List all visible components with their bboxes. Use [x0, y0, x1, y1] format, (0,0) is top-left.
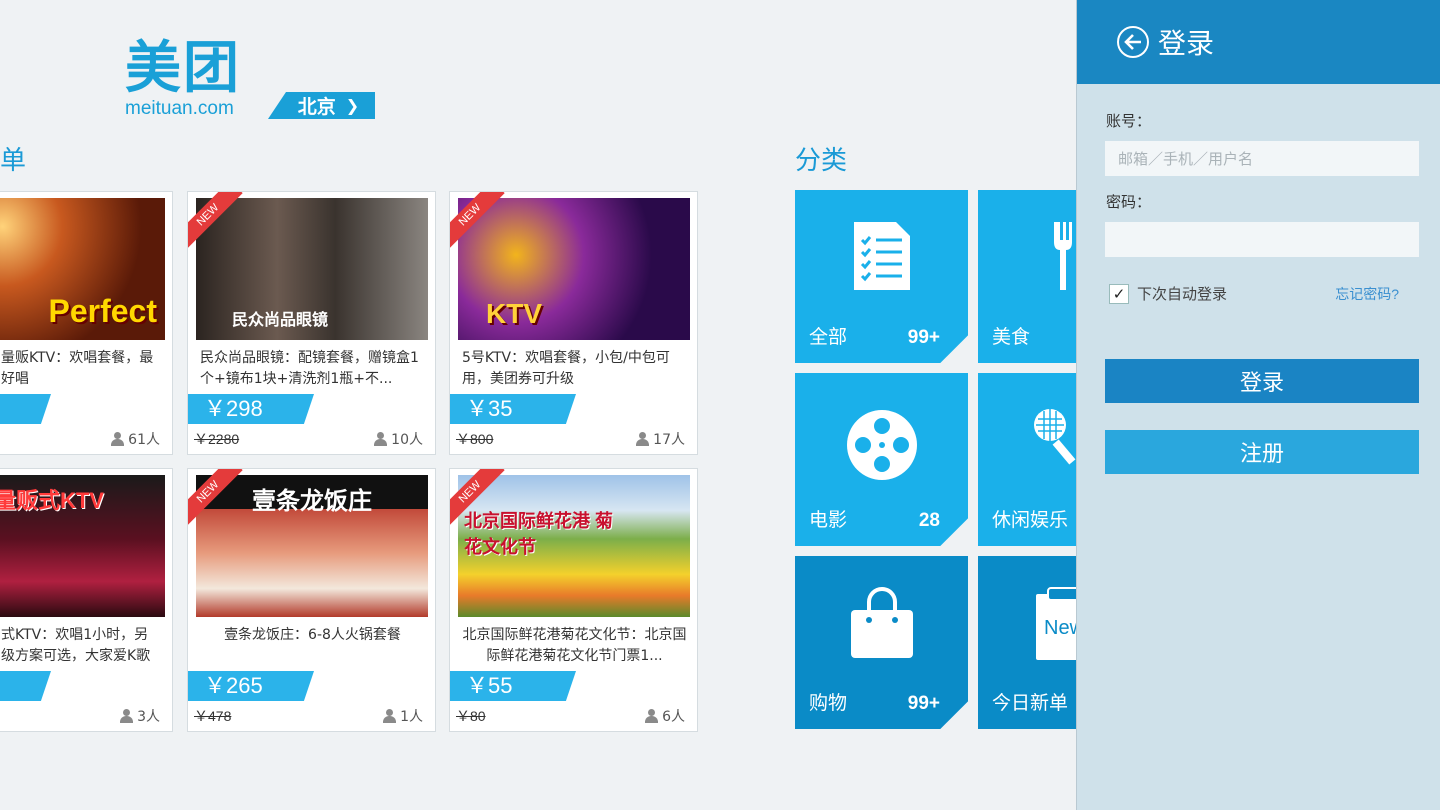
deal-description: 壹条龙饭庄：6-8人火锅套餐	[224, 627, 401, 643]
person-icon	[636, 432, 650, 446]
deal-price: ￥265	[188, 671, 314, 701]
deal-image-caption: 北京国际鲜花港 菊花文化节	[464, 511, 614, 557]
deal-buyer-count: 17人	[653, 432, 685, 448]
deal-buyers: 10人	[374, 429, 423, 449]
racket-icon	[1032, 407, 1076, 471]
deal-card[interactable]: 量贩式KTV 式KTV：欢唱1小时，另 级方案可选，大家爱K歌 3人	[0, 468, 173, 732]
deal-buyer-count: 1人	[400, 709, 423, 725]
shopping-bag-icon	[849, 586, 915, 666]
category-label: 美食	[992, 326, 1031, 348]
deal-buyers: 3人	[120, 706, 160, 726]
deal-image-caption: KTV	[486, 298, 542, 329]
new-deals-title[interactable]: 新单	[0, 140, 26, 177]
deal-buyers: 61人	[111, 429, 160, 449]
forgot-password-link[interactable]: 忘记密码?	[1335, 284, 1399, 304]
deal-buyers: 6人	[645, 706, 685, 726]
deal-card[interactable]: 民众尚品眼镜 NEW 民众尚品眼镜：配镜套餐，赠镜盒1个+镜布1块+清洗剂1瓶+…	[187, 191, 436, 455]
fork-knife-icon	[1048, 220, 1076, 296]
person-icon	[383, 709, 397, 723]
deal-original-price: ￥478	[194, 708, 232, 724]
deal-price	[0, 671, 51, 701]
category-tile-leisure[interactable]: 休闲娱乐	[978, 373, 1076, 546]
person-icon	[120, 709, 134, 723]
city-selector[interactable]: 北京 ❯	[268, 92, 375, 119]
category-label: 今日新单	[992, 692, 1069, 714]
person-icon	[645, 709, 659, 723]
deal-description: 式KTV：欢唱1小时，另 级方案可选，大家爱K歌	[1, 627, 151, 664]
meituan-logo[interactable]: 美团 meituan.com	[125, 36, 241, 119]
account-label: 账号：	[1106, 112, 1152, 130]
category-label: 电影	[809, 509, 848, 531]
deal-price: ￥55	[450, 671, 576, 701]
register-button[interactable]: 注册	[1105, 430, 1419, 474]
category-label: 全部	[809, 326, 848, 348]
chevron-right-icon: ❯	[345, 96, 360, 115]
city-name: 北京	[297, 96, 336, 118]
deal-price: ￥35	[450, 394, 576, 424]
person-icon	[111, 432, 125, 446]
deal-buyer-count: 61人	[128, 432, 160, 448]
category-label: 休闲娱乐	[992, 509, 1069, 531]
category-tile-new-today[interactable]: New 今日新单	[978, 556, 1076, 729]
deal-buyers: 1人	[383, 706, 423, 726]
category-count: 28	[918, 510, 940, 531]
login-panel: 登录 账号： 密码： ✓ 下次自动登录 忘记密码? 登录 注册	[1076, 0, 1440, 810]
new-clipboard-icon: New	[1034, 586, 1076, 666]
deal-buyers: 17人	[636, 429, 685, 449]
arrow-left-icon	[1124, 34, 1141, 50]
deal-description: 民众尚品眼镜：配镜套餐，赠镜盒1个+镜布1块+清洗剂1瓶+不...	[200, 350, 419, 387]
logo-chinese: 美团	[125, 36, 241, 101]
deal-original-price: ￥80	[456, 708, 486, 724]
main-hub: 美团 meituan.com 北京 ❯ 新单 分类 Perfect 量贩KTV：…	[0, 0, 1076, 810]
deal-image-caption: 壹条龙饭庄	[252, 488, 372, 515]
category-label: 购物	[809, 692, 848, 714]
category-tile-shopping[interactable]: 购物 99+	[795, 556, 968, 729]
deal-card[interactable]: 北京国际鲜花港 菊花文化节 NEW 北京国际鲜花港菊花文化节：北京国际鲜花港菊花…	[449, 468, 698, 732]
category-tile-movie[interactable]: 电影 28	[795, 373, 968, 546]
list-icon	[850, 220, 914, 296]
login-title: 登录	[1158, 27, 1215, 60]
deal-image: 民众尚品眼镜	[196, 198, 428, 340]
deal-image: Perfect	[0, 198, 165, 340]
deal-description: 北京国际鲜花港菊花文化节：北京国际鲜花港菊花文化节门票1...	[462, 627, 687, 664]
deal-card[interactable]: KTV NEW 5号KTV：欢唱套餐，小包/中包可用，美团券可升级 ￥35 ￥8…	[449, 191, 698, 455]
deal-original-price: ￥800	[456, 431, 494, 447]
checkbox-checked-icon: ✓	[1109, 283, 1129, 304]
deal-card[interactable]: 壹条龙饭庄 NEW 壹条龙饭庄：6-8人火锅套餐 ￥265 ￥478 1人	[187, 468, 436, 732]
login-header: 登录	[1077, 0, 1440, 84]
login-button[interactable]: 登录	[1105, 359, 1419, 403]
category-tile-all[interactable]: 全部 99+	[795, 190, 968, 363]
back-button[interactable]	[1117, 26, 1149, 58]
remember-me-label: 下次自动登录	[1137, 285, 1228, 303]
deal-original-price: ￥2280	[194, 431, 240, 447]
remember-me-checkbox[interactable]: ✓ 下次自动登录	[1109, 283, 1227, 304]
deal-image: 北京国际鲜花港 菊花文化节	[458, 475, 690, 617]
deal-buyer-count: 6人	[662, 709, 685, 725]
deal-image: 量贩式KTV	[0, 475, 165, 617]
category-count: 99+	[907, 693, 940, 714]
category-count: 99+	[907, 327, 940, 348]
deal-buyer-count: 10人	[391, 432, 423, 448]
deal-image-caption: Perfect	[48, 293, 158, 329]
deal-description: 5号KTV：欢唱套餐，小包/中包可用，美团券可升级	[462, 350, 670, 387]
deal-card[interactable]: Perfect 量贩KTV：欢唱套餐，最 好唱 61人	[0, 191, 173, 455]
deal-buyer-count: 3人	[137, 709, 160, 725]
deal-price: ￥298	[188, 394, 314, 424]
password-label: 密码：	[1106, 193, 1152, 211]
logo-domain: meituan.com	[125, 98, 234, 119]
person-icon	[374, 432, 388, 446]
deal-image-caption: 民众尚品眼镜	[232, 312, 329, 329]
deal-image-caption: 量贩式KTV	[0, 488, 104, 513]
deal-image: KTV	[458, 198, 690, 340]
account-input[interactable]	[1105, 141, 1419, 176]
new-clipboard-text: New	[1044, 617, 1076, 639]
deal-description: 量贩KTV：欢唱套餐，最 好唱	[1, 350, 154, 387]
category-title[interactable]: 分类	[795, 140, 847, 177]
deal-price	[0, 394, 51, 424]
password-input[interactable]	[1105, 222, 1419, 257]
film-reel-icon	[846, 409, 918, 485]
deal-image: 壹条龙饭庄	[196, 475, 428, 617]
category-tile-food[interactable]: 美食	[978, 190, 1076, 363]
